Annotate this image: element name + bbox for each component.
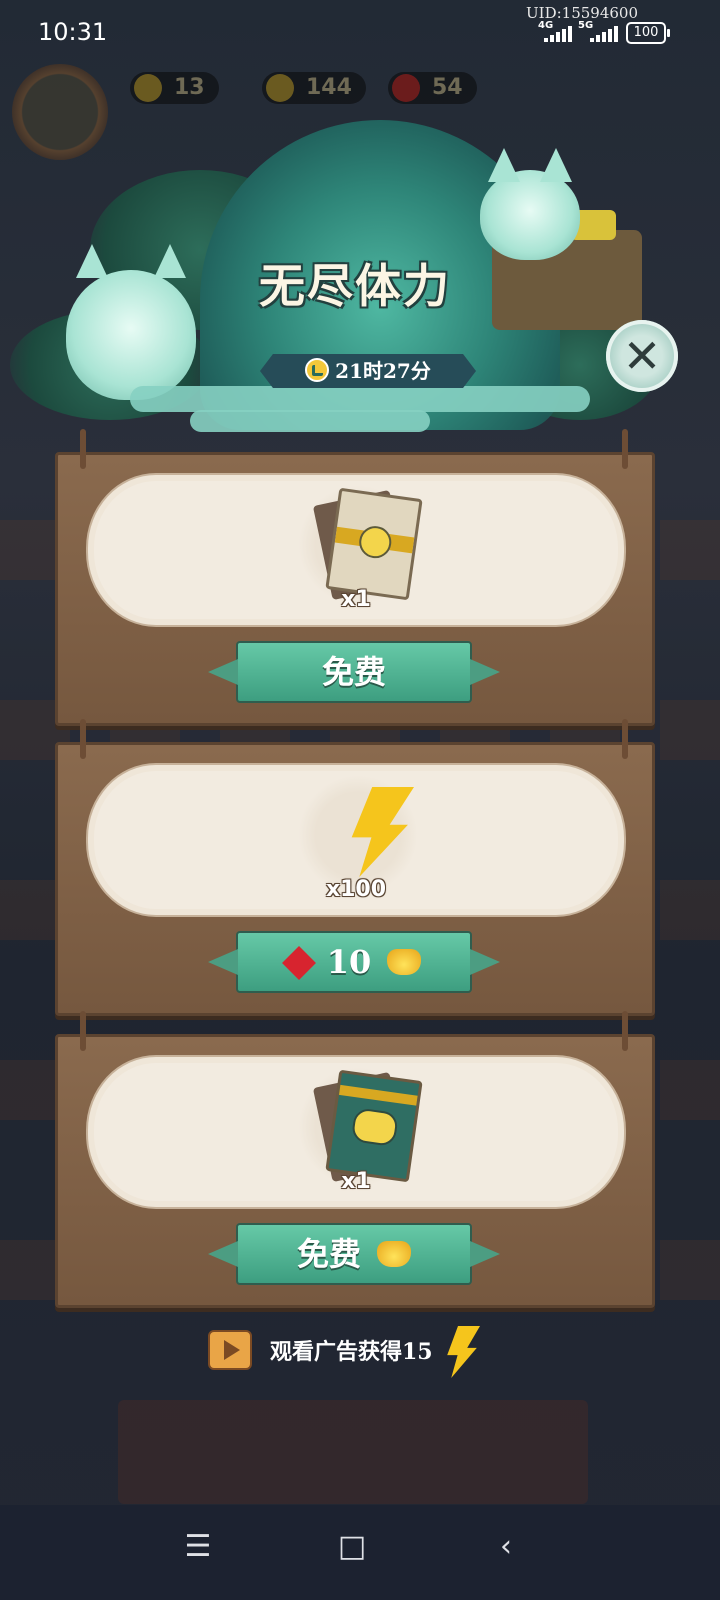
item-quantity: x100 — [325, 877, 387, 902]
close-button[interactable]: ✕ — [606, 320, 678, 392]
cloud-decoration — [190, 410, 430, 432]
item-quantity: x1 — [341, 587, 371, 612]
hanging-rope — [622, 719, 628, 759]
signal-bars-icon — [590, 26, 620, 42]
watch-ad-label: 观看广告获得15 — [270, 1339, 433, 1365]
offer-panel: x1 免费 — [55, 1011, 655, 1308]
coin-counter: 144 — [262, 72, 366, 104]
offer-panel: x100 10 — [55, 719, 655, 1016]
cloud-decoration — [130, 386, 590, 412]
play-video-icon — [208, 1330, 252, 1370]
popup-header: 无尽体力 21时27分 — [10, 110, 680, 450]
hanging-rope — [622, 1011, 628, 1051]
offer-card: x1 — [86, 1055, 626, 1209]
back-button[interactable]: ‹ — [476, 1517, 536, 1577]
item-quantity: x1 — [341, 1169, 371, 1194]
gem-counter: 54 — [388, 72, 477, 104]
close-icon: ✕ — [622, 329, 662, 383]
offer-card: x1 — [86, 473, 626, 627]
ticket-bundle-icon — [325, 487, 423, 601]
status-bar: 10:31 UID:15594600 4G 5G 100 — [0, 0, 720, 64]
clock-icon — [305, 358, 330, 382]
clock-time: 10:31 — [38, 18, 108, 46]
cat-mascot-icon — [480, 148, 580, 260]
countdown-timer: 21时27分 — [260, 354, 476, 388]
gold-ingot-icon — [377, 1241, 411, 1267]
button-label: 免费 — [321, 653, 386, 691]
background-banner — [118, 1400, 588, 1504]
gold-ingot-icon — [387, 949, 422, 975]
offer-card: x100 — [86, 763, 626, 917]
gem-icon — [281, 946, 316, 980]
gem-price: 10 — [326, 943, 372, 981]
energy-counter: 13 — [130, 72, 219, 104]
timer-text: 21时27分 — [335, 359, 431, 383]
ticket-bundle-icon — [325, 1069, 423, 1183]
hanging-rope — [80, 429, 86, 469]
popup-title: 无尽体力 — [259, 259, 451, 313]
hanging-rope — [80, 719, 86, 759]
recent-apps-button[interactable]: ☰ — [168, 1517, 228, 1577]
battery-icon: 100 — [626, 22, 670, 44]
system-nav-bar: ☰ □ ‹ — [0, 1505, 720, 1600]
signal-bars-icon — [544, 26, 574, 42]
button-label: 免费 — [296, 1235, 361, 1273]
claim-free-button[interactable]: 免费 — [208, 1223, 500, 1285]
hanging-rope — [622, 429, 628, 469]
claim-free-button[interactable]: 免费 — [208, 641, 500, 703]
offer-panel: x1 免费 — [55, 429, 655, 726]
home-button[interactable]: □ — [322, 1517, 382, 1577]
buy-with-gems-button[interactable]: 10 — [208, 931, 500, 993]
hanging-rope — [80, 1011, 86, 1051]
